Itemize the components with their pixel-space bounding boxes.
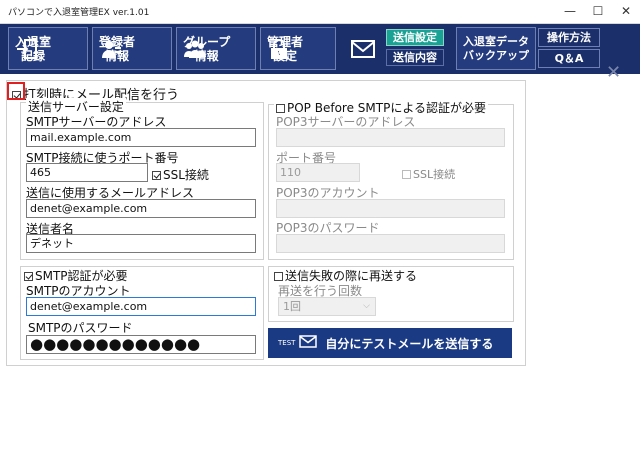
- checkbox-checked-icon[interactable]: [152, 171, 161, 180]
- howto-button[interactable]: 操作方法: [538, 28, 600, 47]
- send-test-mail-button[interactable]: TEST 自分にテストメールを送信する: [268, 328, 512, 358]
- pop3-password-input[interactable]: [276, 234, 505, 253]
- title-bar: パソコンで入退室管理EX ver.1.01 — ☐ ✕: [0, 0, 640, 24]
- smtp-password-label: SMTPのパスワード: [28, 321, 133, 335]
- nav-data-backup[interactable]: 入退室データ バックアップ: [456, 27, 536, 70]
- close-icon[interactable]: ✕: [606, 62, 621, 83]
- nav-label: グループ 情報: [183, 34, 231, 63]
- minimize-button[interactable]: —: [556, 0, 584, 24]
- smtp-ssl-label: SSL接続: [163, 168, 209, 182]
- send-test-mail-label: 自分にテストメールを送信する: [325, 336, 494, 351]
- nav-admin-settings[interactable]: 管理者 設定: [260, 27, 336, 70]
- test-tag: TEST: [278, 339, 296, 347]
- nav-registrant-info[interactable]: 登録者 情報: [92, 27, 172, 70]
- sender-name-input[interactable]: デネット: [26, 234, 256, 253]
- nav-label: 入退室データ バックアップ: [463, 34, 529, 62]
- chevron-down-icon: ⌵: [363, 301, 370, 311]
- smtp-auth-label: SMTP認証が必要: [35, 269, 128, 283]
- checkbox-checked-icon[interactable]: [24, 272, 33, 281]
- checkbox-unchecked-icon[interactable]: [274, 272, 283, 281]
- tab-send-settings[interactable]: 送信設定: [386, 29, 444, 46]
- mail-icon: [351, 37, 375, 61]
- pop3-port-input[interactable]: 110: [276, 163, 360, 182]
- smtp-port-input[interactable]: 465: [26, 163, 148, 182]
- retry-label: 送信失敗の際に再送する: [285, 269, 418, 283]
- pop3-address-input[interactable]: [276, 128, 505, 147]
- tab-send-content[interactable]: 送信内容: [386, 49, 444, 66]
- maximize-button[interactable]: ☐: [584, 0, 612, 24]
- smtp-account-input[interactable]: denet@example.com: [26, 297, 256, 316]
- retry-count-value: 1回: [283, 300, 301, 313]
- nav-attendance-record[interactable]: 入退室 記録: [8, 27, 88, 70]
- retry-count-select[interactable]: 1回 ⌵: [278, 297, 376, 316]
- pop3-ssl-label: SSL接続: [413, 168, 456, 181]
- nav-label: 登録者 情報: [99, 34, 136, 63]
- pop3-account-input[interactable]: [276, 199, 505, 218]
- checkbox-unchecked-icon[interactable]: [402, 170, 411, 179]
- close-button[interactable]: ✕: [612, 0, 640, 24]
- highlight-box: [7, 82, 25, 100]
- smtp-address-input[interactable]: mail.example.com: [26, 128, 256, 147]
- nav-label: 入退室 記録: [15, 34, 52, 63]
- pop3-ssl-checkbox[interactable]: SSL接続: [402, 166, 455, 182]
- mail-icon: [299, 335, 318, 351]
- from-address-input[interactable]: denet@example.com: [26, 199, 256, 218]
- qa-button[interactable]: Q＆A: [538, 49, 600, 68]
- window-title: パソコンで入退室管理EX ver.1.01: [8, 8, 150, 18]
- smtp-ssl-checkbox[interactable]: SSL接続: [152, 166, 209, 183]
- main-nav: 入退室 記録 登録者 情報 グループ 情報 管理者 設定 送信設定 送信内容 入…: [0, 24, 640, 83]
- checkbox-unchecked-icon[interactable]: [276, 104, 285, 113]
- nav-group-info[interactable]: グループ 情報: [176, 27, 256, 70]
- nav-label: 管理者 設定: [267, 34, 304, 63]
- smtp-password-input[interactable]: ●●●●●●●●●●●●●: [26, 335, 256, 354]
